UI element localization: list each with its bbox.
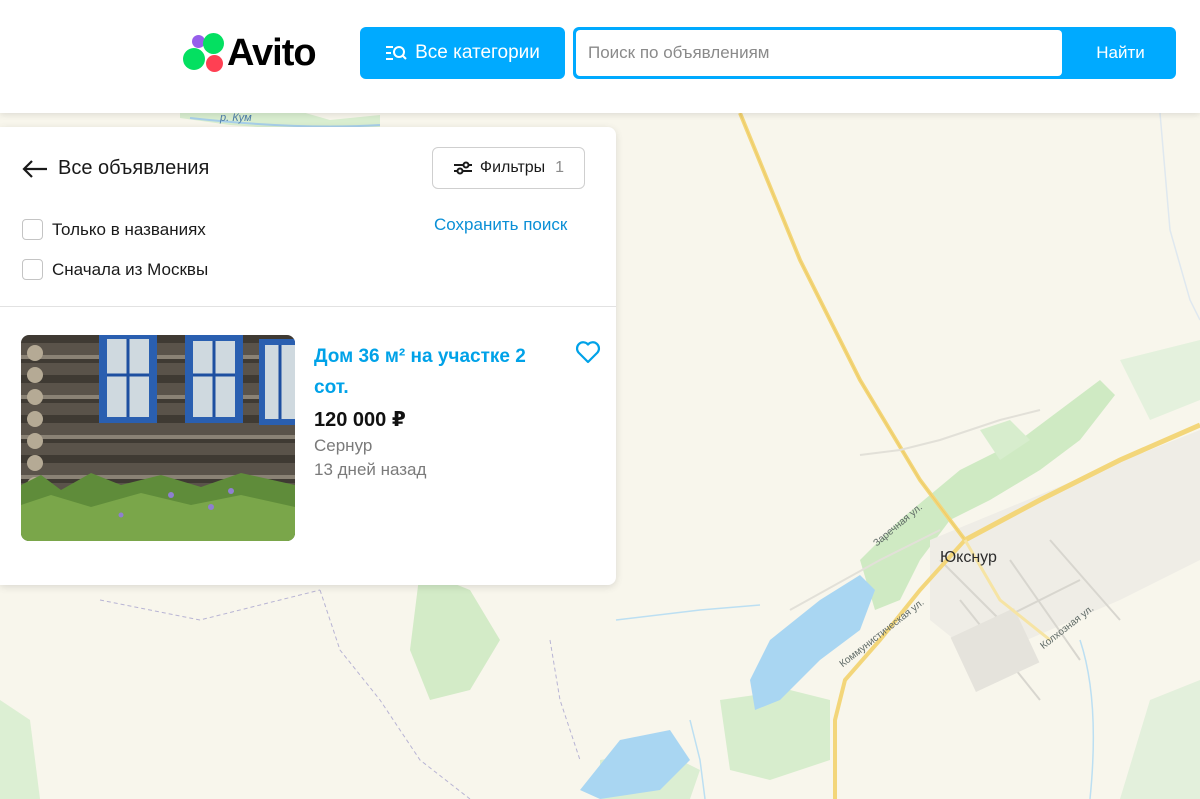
divider (0, 306, 616, 307)
checkbox-label: Сначала из Москвы (52, 259, 209, 279)
search-button[interactable]: Найти (1065, 27, 1176, 79)
checkbox-box[interactable] (22, 259, 43, 280)
checkbox-titles-only[interactable]: Только в названиях (22, 219, 206, 240)
listing-card[interactable]: Дом 36 м² на участке 2 сот. 120 000 ₽ Се… (21, 335, 601, 541)
town-label: Юкснур (940, 549, 997, 566)
arrow-left-icon (22, 159, 47, 178)
listing-title[interactable]: Дом 36 м² на участке 2 сот. (314, 341, 554, 403)
avito-logo[interactable]: Avito (183, 33, 328, 73)
house-photo-image (21, 335, 295, 541)
checkbox-moscow-first[interactable]: Сначала из Москвы (22, 259, 208, 280)
listing-price: 120 000 ₽ (314, 409, 406, 431)
filters-button[interactable]: Фильтры 1 (432, 147, 585, 189)
all-categories-button[interactable]: Все категории (360, 27, 565, 79)
river-label: р. Кум (220, 112, 252, 124)
sliders-icon (453, 161, 472, 175)
checkbox-box[interactable] (22, 219, 43, 240)
listing-date: 13 дней назад (314, 460, 427, 479)
logo-dots-icon (183, 33, 225, 73)
header: Avito Все категории Найти (0, 0, 1200, 113)
listing-city: Сернур (314, 436, 373, 455)
all-categories-label: Все категории (415, 42, 540, 63)
heart-icon[interactable] (575, 340, 601, 364)
logo-text: Avito (227, 32, 317, 74)
save-search-link[interactable]: Сохранить поиск (434, 215, 567, 235)
checkbox-label: Только в названиях (52, 219, 206, 239)
search-bar: Найти (573, 27, 1176, 79)
categories-search-icon (386, 46, 407, 60)
back-to-all-listings[interactable]: Все объявления (22, 157, 209, 180)
back-label: Все объявления (58, 157, 210, 179)
search-input[interactable] (576, 30, 1062, 76)
results-panel: Все объявления Фильтры 1 Только в назван… (0, 127, 616, 585)
filters-label: Фильтры (479, 159, 546, 176)
listing-photo[interactable] (21, 335, 295, 541)
filters-count-badge: 1 (555, 159, 565, 176)
